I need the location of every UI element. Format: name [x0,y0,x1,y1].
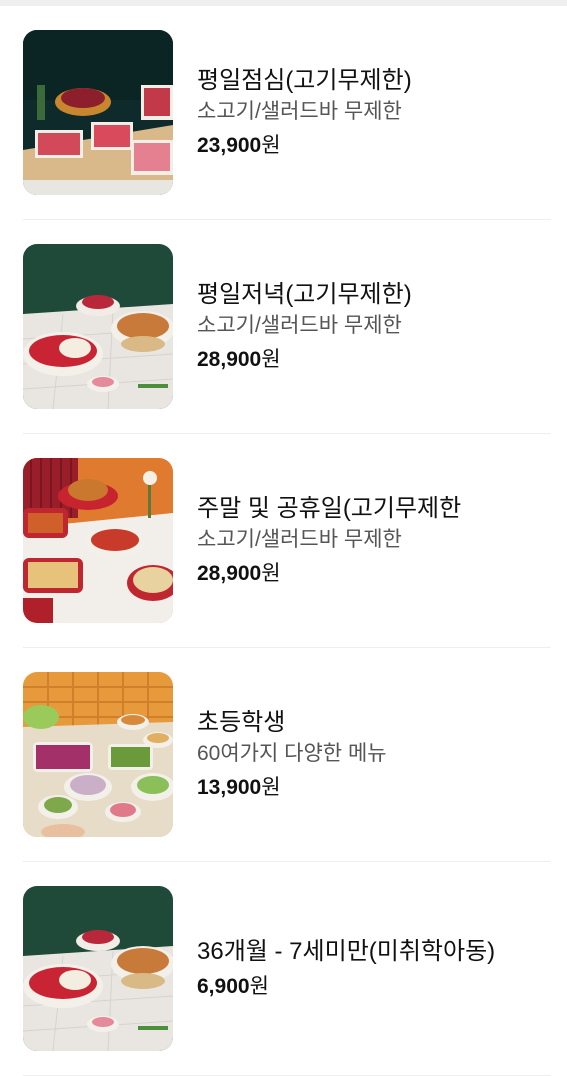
price-currency: 원 [261,775,281,799]
item-info: 초등학생 60여가지 다양한 메뉴 13,900원 [197,708,387,802]
item-price: 28,900원 [197,560,461,588]
item-description: 소고기/샐러드바 무제한 [197,313,402,337]
list-item[interactable]: 주말 및 공휴일(고기무제한 소고기/샐러드바 무제한 28,900원 [23,434,551,648]
item-name: 36개월 - 7세미만(미취학아동) [197,937,496,965]
list-item[interactable]: 평일저녁(고기무제한) 소고기/샐러드바 무제한 28,900원 [23,220,551,434]
menu-photo [23,30,173,195]
menu-photo [23,458,173,623]
item-name: 주말 및 공휴일(고기무제한 [197,494,462,522]
meat-platters-image [23,30,173,195]
item-price: 23,900원 [197,132,412,160]
price-currency: 원 [249,974,269,998]
item-info: 평일저녁(고기무제한) 소고기/샐러드바 무제한 28,900원 [197,280,412,374]
item-info: 36개월 - 7세미만(미취학아동) 6,900원 [197,937,495,1001]
salad-bar-image [23,672,173,837]
item-description: 소고기/샐러드바 무제한 [197,527,402,551]
price-currency: 원 [261,561,281,585]
hotpot-image [23,886,173,1051]
hotpot-image [23,244,173,409]
menu-photo [23,244,173,409]
list-item[interactable]: 초등학생 60여가지 다양한 메뉴 13,900원 [23,648,551,862]
item-name: 평일점심(고기무제한) [197,66,412,94]
price-value: 23,900 [197,133,262,157]
menu-photo [23,672,173,837]
price-currency: 원 [261,347,281,371]
item-description: 소고기/샐러드바 무제한 [197,99,402,123]
item-info: 평일점심(고기무제한) 소고기/샐러드바 무제한 23,900원 [197,66,412,160]
list-item[interactable]: 36개월 - 7세미만(미취학아동) 6,900원 [23,862,551,1076]
price-value: 6,900 [197,974,250,998]
price-value: 13,900 [197,775,262,799]
price-value: 28,900 [197,347,262,371]
menu-list: 평일점심(고기무제한) 소고기/샐러드바 무제한 23,900원 평일저녁(고기… [0,6,567,1076]
item-name: 초등학생 [197,708,286,736]
weekend-buffet-image [23,458,173,623]
item-description: 60여가지 다양한 메뉴 [197,741,387,765]
price-currency: 원 [261,133,281,157]
price-value: 28,900 [197,561,262,585]
item-price: 28,900원 [197,346,412,374]
list-item[interactable]: 평일점심(고기무제한) 소고기/샐러드바 무제한 23,900원 [23,6,551,220]
item-name: 평일저녁(고기무제한) [197,280,412,308]
menu-photo [23,886,173,1051]
item-price: 6,900원 [197,973,495,1001]
item-info: 주말 및 공휴일(고기무제한 소고기/샐러드바 무제한 28,900원 [197,494,461,588]
item-price: 13,900원 [197,774,387,802]
